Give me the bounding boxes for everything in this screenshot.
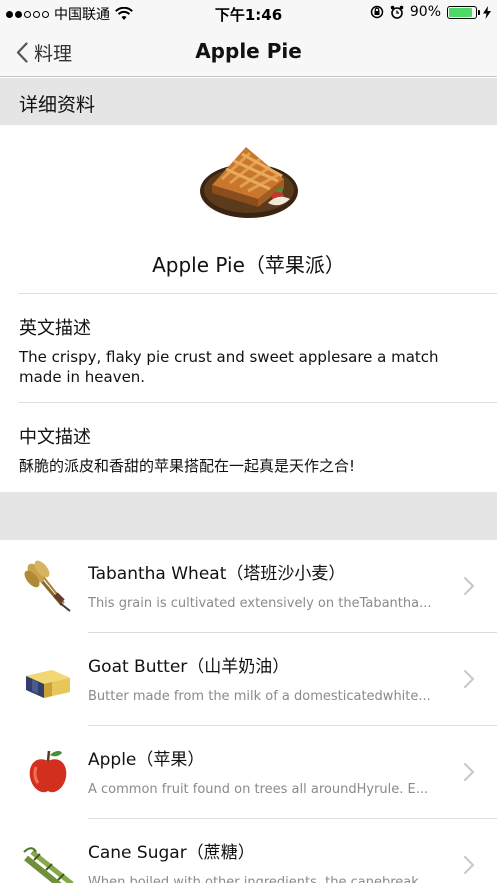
status-bar: 中国联通 下午1:46 90%	[0, 0, 497, 26]
cane-sugar-icon	[23, 847, 74, 883]
battery-level-fill	[449, 7, 473, 17]
charging-icon	[483, 5, 491, 19]
apple-pie-image	[200, 147, 298, 218]
ingredient-description: When boiled with other ingredients, the …	[88, 875, 432, 883]
chinese-description-text: 酥脆的派皮和香甜的苹果搭配在一起真是天作之合!	[19, 457, 356, 475]
divider	[19, 293, 497, 294]
ingredient-row-goat-butter[interactable]: Goat Butter（山羊奶油） Butter made from the m…	[0, 633, 497, 726]
rotation-lock-icon	[370, 5, 384, 19]
chevron-right-icon	[464, 856, 475, 874]
details-section-title: 详细资料	[19, 94, 96, 116]
english-description-text: The crispy, flaky pie crust and sweet ap…	[19, 348, 439, 386]
chinese-description: 中文描述 酥脆的派皮和香甜的苹果搭配在一起真是天作之合!	[19, 423, 481, 476]
ingredient-row-tabantha-wheat[interactable]: Tabantha Wheat（塔班沙小麦） This grain is cult…	[0, 540, 497, 633]
dish-hero: Apple Pie（苹果派）	[0, 125, 497, 293]
back-button[interactable]: 料理	[16, 39, 72, 66]
ingredient-row-cane-sugar[interactable]: Cane Sugar（蔗糖） When boiled with other in…	[0, 819, 497, 883]
apple-icon	[29, 750, 67, 793]
dish-name: Apple Pie（苹果派）	[152, 253, 345, 277]
navigation-bar: 料理 Apple Pie	[0, 26, 497, 77]
butter-icon	[26, 670, 70, 698]
ingredient-description: This grain is cultivated extensively on …	[88, 596, 432, 611]
ingredient-name: Apple（苹果）	[88, 750, 205, 770]
chevron-right-icon	[464, 763, 475, 781]
chevron-right-icon	[464, 670, 475, 688]
battery-icon	[447, 5, 480, 19]
divider	[19, 402, 497, 403]
status-right: 90%	[370, 4, 491, 20]
ingredient-description: A common fruit found on trees all around…	[88, 782, 429, 797]
ingredient-name: Cane Sugar（蔗糖）	[88, 843, 255, 863]
ingredient-description: Butter made from the milk of a domestica…	[88, 689, 431, 704]
details-section-header: 详细资料	[0, 78, 497, 125]
back-button-label: 料理	[34, 43, 73, 65]
page-title: Apple Pie	[195, 39, 302, 63]
english-description-title: 英文描述	[19, 318, 91, 339]
alarm-icon	[390, 5, 404, 19]
section-gap	[0, 492, 497, 540]
wheat-icon	[24, 560, 71, 612]
english-description: 英文描述 The crispy, flaky pie crust and swe…	[19, 314, 481, 387]
battery-percent: 90%	[409, 4, 441, 20]
chinese-description-title: 中文描述	[19, 427, 91, 448]
ingredient-name: Goat Butter（山羊奶油）	[88, 657, 290, 677]
ingredient-name: Tabantha Wheat（塔班沙小麦）	[88, 564, 346, 584]
ingredient-row-apple[interactable]: Apple（苹果） A common fruit found on trees …	[0, 726, 497, 819]
chevron-right-icon	[464, 577, 475, 595]
chevron-left-icon	[16, 42, 28, 63]
